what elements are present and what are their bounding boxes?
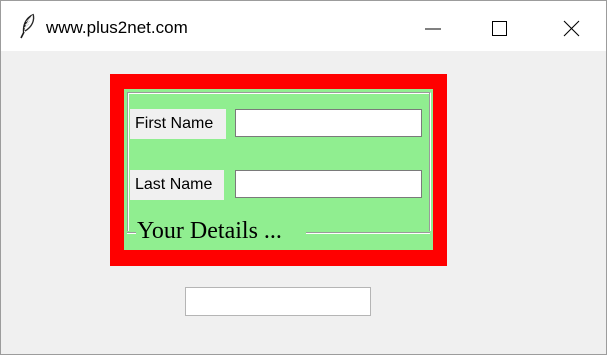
minimize-icon <box>425 28 441 30</box>
labelframe-border-bottom <box>306 232 430 234</box>
minimize-button[interactable] <box>403 1 461 51</box>
labelframe-border-bottom <box>127 232 136 234</box>
maximize-button[interactable] <box>471 1 529 51</box>
bottom-entry[interactable] <box>185 287 371 316</box>
maximize-icon <box>492 21 507 36</box>
first-name-input[interactable] <box>235 109 422 137</box>
window-title: www.plus2net.com <box>46 18 188 37</box>
last-name-input[interactable] <box>235 170 422 198</box>
last-name-label: Last Name <box>130 170 224 200</box>
app-window: www.plus2net.com Your Details ... First … <box>0 0 607 355</box>
title-bar[interactable]: www.plus2net.com <box>1 1 606 51</box>
first-name-label: First Name <box>130 109 226 139</box>
close-icon <box>563 20 580 37</box>
feather-icon <box>19 13 37 39</box>
labelframe-legend: Your Details ... <box>137 218 282 244</box>
close-button[interactable] <box>542 1 600 51</box>
